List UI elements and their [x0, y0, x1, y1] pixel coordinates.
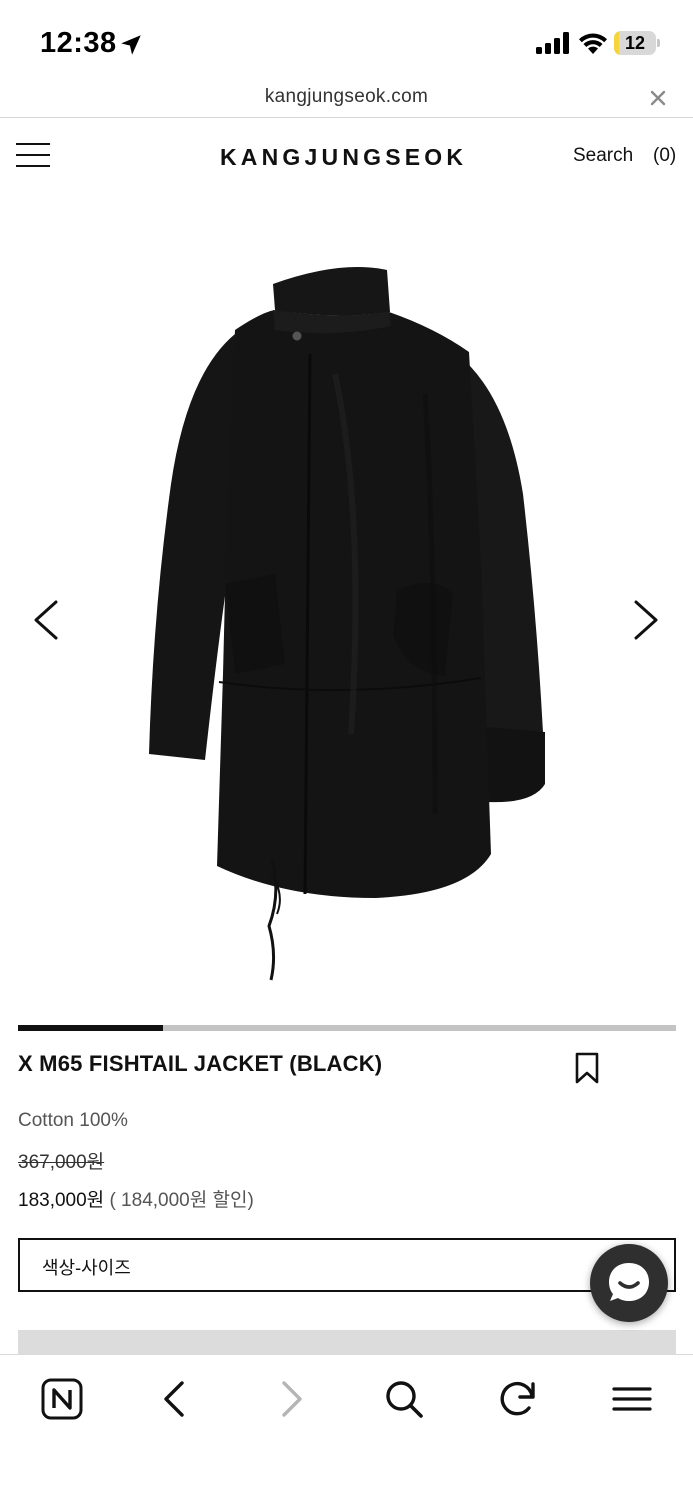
option-select-label: 색상-사이즈: [42, 1258, 131, 1278]
status-bar: 12:38 12: [0, 0, 693, 80]
wifi-icon: [579, 33, 607, 54]
color-size-select[interactable]: 색상-사이즈: [18, 1238, 676, 1292]
gallery-progress-fill: [18, 1025, 163, 1031]
discount-amount: ( 184,000원 할인): [104, 1190, 254, 1211]
hamburger-menu-icon[interactable]: [16, 143, 50, 167]
cellular-signal-icon: [536, 32, 569, 54]
chat-button[interactable]: [590, 1244, 668, 1322]
bookmark-icon[interactable]: [573, 1051, 601, 1085]
url-text[interactable]: kangjungseok.com: [0, 86, 693, 108]
price-row: 183,000원 ( 184,000원 할인): [18, 1185, 254, 1212]
status-time: 12:38: [40, 27, 117, 59]
product-title: X M65 FISHTAIL JACKET (BLACK): [18, 1051, 383, 1076]
jacket-image: [149, 267, 545, 981]
naver-home-icon[interactable]: [40, 1377, 84, 1421]
browser-toolbar: [0, 1354, 693, 1500]
sale-price: 183,000원: [18, 1190, 105, 1211]
forward-icon[interactable]: [268, 1377, 312, 1421]
search-link[interactable]: Search: [573, 145, 633, 167]
gallery-progress-bar: [18, 1025, 676, 1031]
url-bar[interactable]: kangjungseok.com: [0, 80, 693, 118]
battery-icon: 12: [614, 31, 660, 55]
site-logo[interactable]: KANGJUNGSEOK: [220, 144, 467, 171]
cart-link[interactable]: (0): [653, 145, 676, 167]
product-gallery: [0, 194, 693, 1024]
search-icon[interactable]: [382, 1377, 426, 1421]
chat-bubble-icon: [609, 1263, 649, 1301]
site-header: KANGJUNGSEOK Search (0): [0, 119, 693, 194]
battery-level: 12: [624, 33, 646, 53]
menu-icon[interactable]: [610, 1377, 654, 1421]
close-icon[interactable]: [646, 86, 670, 110]
chevron-right-icon[interactable]: [626, 596, 666, 644]
location-arrow-icon: [121, 35, 141, 55]
chevron-left-icon[interactable]: [26, 596, 66, 644]
original-price: 367,000원: [18, 1152, 105, 1173]
product-material: Cotton 100%: [18, 1110, 128, 1131]
back-icon[interactable]: [154, 1377, 198, 1421]
reload-icon[interactable]: [496, 1377, 540, 1421]
